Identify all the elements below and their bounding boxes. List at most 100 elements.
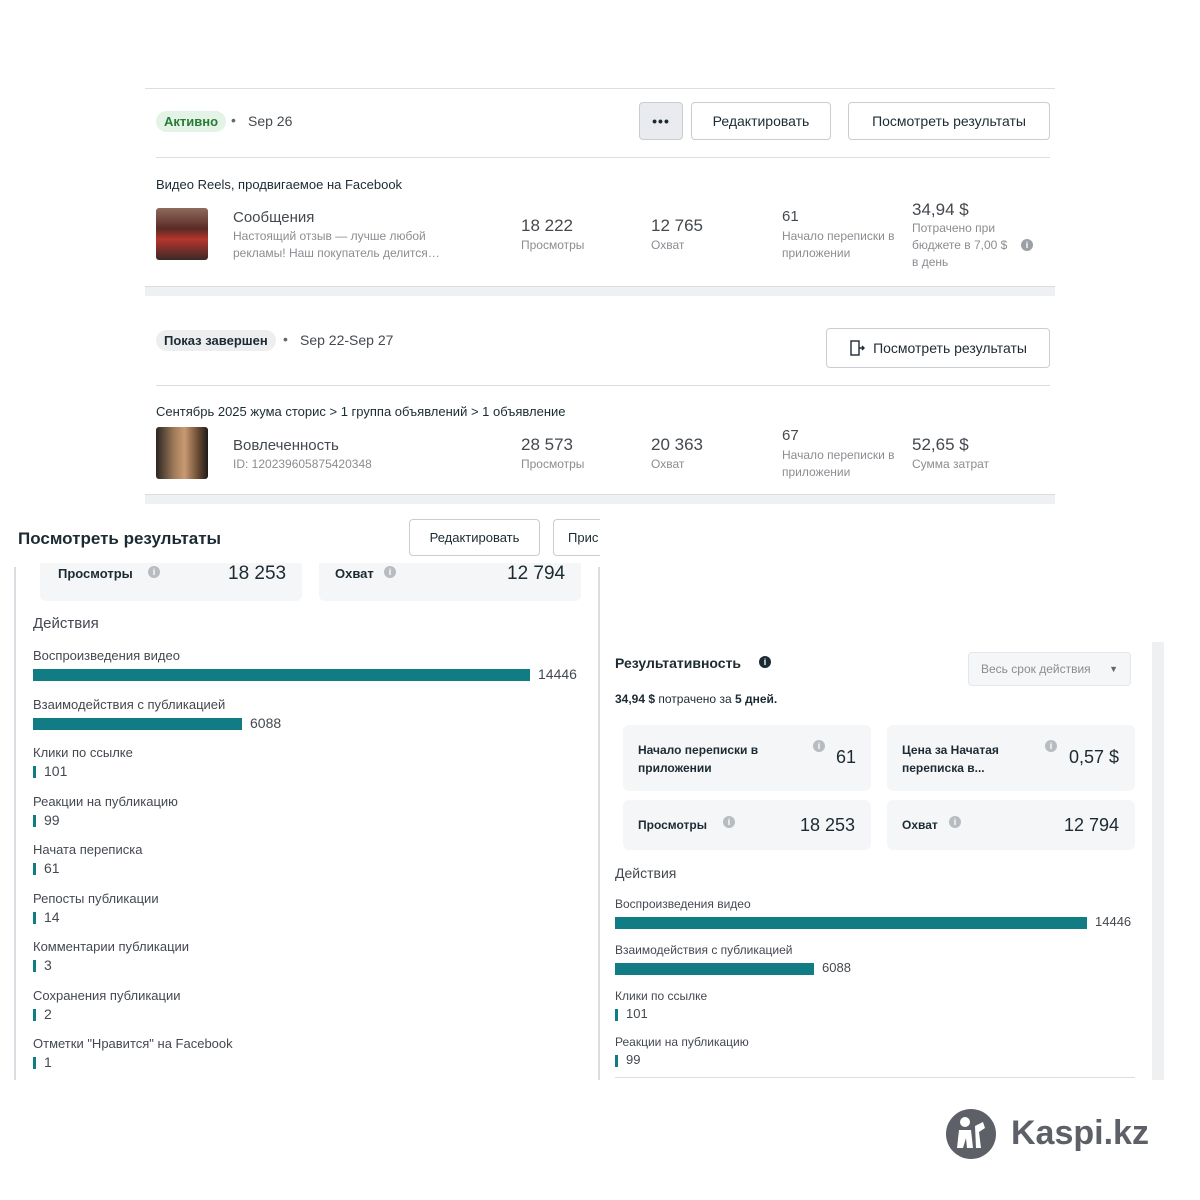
reach-value: 12 765 (651, 216, 703, 235)
views-card-value: 18 253 (228, 563, 287, 584)
action-label: Воспроизведения видео (33, 648, 180, 663)
ad-thumbnail[interactable] (156, 208, 208, 260)
convo-value: 61 (782, 208, 799, 225)
action-value: 14446 (1095, 914, 1132, 929)
action-label: Взаимодействия с публикацией (615, 943, 793, 957)
ad-type-label: Видео Reels, продвигаемое на Facebook (156, 177, 403, 192)
convo-label: Начало переписки в приложении (782, 229, 895, 260)
reach-card-label: Охват (335, 566, 374, 581)
action-bar (33, 717, 242, 730)
edit-button-panel[interactable]: Редактировать (409, 519, 540, 556)
action-bar (33, 960, 36, 972)
action-label: Комментарии публикации (33, 939, 190, 954)
action-label: Реакции на публикацию (615, 1035, 749, 1049)
divider (156, 157, 1050, 158)
spent-amount: 34,94 $ (615, 692, 656, 706)
breadcrumb[interactable]: Сентябрь 2025 жума сторис > 1 группа объ… (156, 404, 566, 419)
info-icon[interactable]: i (949, 816, 961, 828)
action-value: 99 (626, 1052, 641, 1067)
view-results-button-2[interactable]: Посмотреть результаты (826, 328, 1050, 368)
view-results-button[interactable]: Посмотреть результаты (848, 102, 1050, 140)
cost-card: Цена за Начатая переписка в... i 0,57 $ (887, 725, 1135, 791)
convo-card-value: 61 (836, 747, 857, 767)
action-bar (615, 1055, 618, 1067)
edit-button[interactable]: Редактировать (691, 102, 831, 140)
reach-card-r-value: 12 794 (1064, 815, 1120, 835)
action-value: 6088 (822, 960, 851, 975)
ad-thumbnail-2[interactable] (156, 427, 208, 479)
performance-title: Результативность (615, 655, 742, 671)
convo-value-2: 67 (782, 427, 799, 444)
cut-button[interactable]: Прис (553, 519, 600, 556)
campaign1-date: Sep 26 (248, 113, 293, 129)
action-bar (615, 917, 1087, 929)
reach-card-value: 12 794 (507, 563, 566, 584)
cost-card-label: Цена за Начатая переписка в... (902, 743, 999, 775)
action-label: Воспроизведения видео (615, 897, 751, 911)
scrollbar[interactable] (1152, 642, 1164, 1080)
status-badge-active: Активно (156, 111, 227, 132)
views-card: Просмотры i 18 253 (40, 563, 302, 601)
info-icon[interactable]: i (759, 656, 771, 668)
info-icon[interactable]: i (1021, 239, 1033, 251)
panel-border (598, 567, 600, 1080)
views-card-r-label: Просмотры (638, 818, 708, 832)
view-results-label: Посмотреть результаты (872, 113, 1026, 129)
info-icon[interactable]: i (1045, 740, 1057, 752)
action-label: Репосты публикации (33, 890, 159, 906)
reach-card-r: Охват i 12 794 (887, 800, 1135, 850)
info-icon[interactable]: i (723, 816, 735, 828)
info-icon[interactable]: i (813, 740, 825, 752)
action-label: Начата переписка (33, 842, 143, 857)
panel-bottom-line (615, 1077, 1135, 1078)
action-value: 1 (44, 1054, 52, 1070)
divider (156, 385, 1050, 386)
view-results-label-2: Посмотреть результаты (873, 340, 1027, 356)
ad-name[interactable]: Сообщения (233, 209, 314, 226)
action-bar (33, 814, 36, 827)
action-label: Клики по ссылке (615, 989, 708, 1003)
action-label: Сохранения публикации (33, 987, 181, 1003)
action-value: 2 (44, 1005, 52, 1022)
info-icon[interactable]: i (148, 566, 160, 578)
convo-card: Начало переписки в приложении i 61 (623, 725, 871, 791)
views-label: Просмотры (521, 238, 585, 252)
ad-name-2[interactable]: Вовлеченность (233, 437, 339, 454)
reach-label-2: Охват (651, 457, 685, 471)
spent-label-2: Сумма затрат (912, 457, 990, 471)
views-card-label: Просмотры (58, 566, 133, 581)
action-label: Отметки "Нравится" на Facebook (33, 1036, 233, 1051)
spent-summary: 34,94 $ потрачено за 5 дней. (615, 692, 777, 706)
spent-value-2: 52,65 $ (912, 435, 969, 454)
convo-label-2: Начало переписки в приложении (782, 448, 895, 479)
panel-title: Посмотреть результаты (18, 529, 222, 548)
views-card-r: Просмотры i 18 253 (623, 800, 871, 850)
separator-dot: • (231, 112, 236, 128)
action-label: Реакции на публикацию (33, 793, 178, 809)
action-value: 101 (44, 763, 68, 779)
info-icon[interactable]: i (384, 566, 396, 578)
action-label: Взаимодействия с публикацией (33, 696, 226, 712)
reach-label: Охват (651, 238, 685, 252)
actions-title: Действия (33, 615, 99, 632)
spent-days: 5 дней. (734, 692, 778, 706)
spent-text: потрачено за (658, 692, 732, 706)
ad-id: ID: 120239605875420348 (233, 457, 372, 471)
separator-dot: • (283, 331, 288, 347)
campaign2-date: Sep 22-Sep 27 (300, 332, 394, 348)
action-value: 61 (44, 860, 60, 876)
date-range-label: Весь срок действия (981, 662, 1091, 676)
views-card-r-value: 18 253 (800, 815, 856, 835)
actions-title-r: Действия (615, 865, 677, 881)
kaspi-logo-icon (946, 1109, 996, 1159)
date-range-dropdown[interactable]: Весь срок действия ▼ (968, 652, 1131, 686)
more-options-button[interactable]: ••• (639, 102, 683, 140)
action-bar (615, 963, 814, 975)
action-label: Клики по ссылке (33, 745, 133, 760)
action-bar (33, 1008, 36, 1021)
action-bar (33, 863, 36, 875)
edit-button-label: Редактировать (712, 113, 810, 129)
top-divider (145, 88, 1055, 89)
kaspi-brand-text: Kaspi.kz (1011, 1114, 1149, 1152)
reach-card-r-label: Охват (902, 818, 938, 832)
